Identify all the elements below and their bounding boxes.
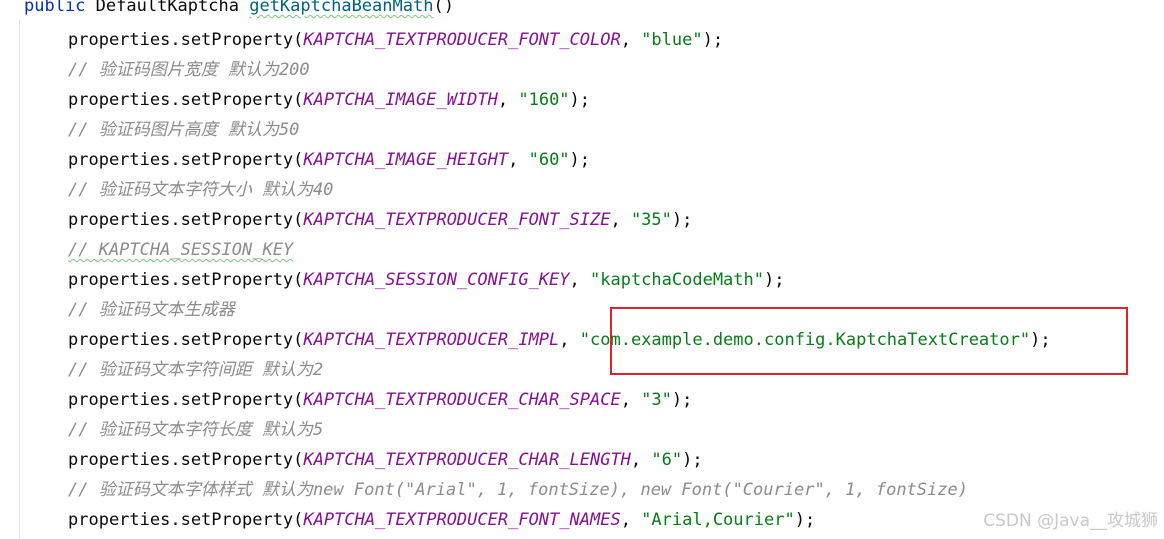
argument-separator: ,	[497, 90, 519, 110]
comment-text: // KAPTCHA_SESSION_KEY	[68, 240, 294, 260]
comment-line[interactable]: // 验证码图片宽度 默认为200	[68, 60, 310, 80]
call-target: properties.setProperty(	[68, 210, 304, 230]
code-statement-line[interactable]: properties.setProperty(KAPTCHA_IMAGE_WID…	[68, 90, 590, 110]
comment-line[interactable]: // 验证码文本字符间距 默认为2	[68, 360, 323, 380]
call-target: properties.setProperty(	[68, 30, 304, 50]
comment-line[interactable]: // 验证码文本字体样式 默认为new Font("Arial", 1, fon…	[68, 480, 968, 500]
constant-name: KAPTCHA_TEXTPRODUCER_FONT_NAMES	[303, 510, 621, 530]
argument-separator: ,	[620, 510, 642, 530]
constant-name: KAPTCHA_TEXTPRODUCER_FONT_SIZE	[303, 210, 611, 230]
comment-text: // 验证码图片高度 默认为50	[68, 120, 300, 140]
call-target: properties.setProperty(	[68, 510, 304, 530]
comment-text: // 验证码文本字体样式 默认为new Font("Arial", 1, fon…	[68, 480, 968, 500]
comment-text: // 验证码文本字符大小 默认为40	[68, 180, 334, 200]
string-literal: "60"	[528, 150, 570, 170]
watermark: CSDN @Java__攻城狮	[983, 511, 1158, 531]
statement-end: );	[569, 90, 591, 110]
highlight-annotation-box	[610, 307, 1128, 375]
code-statement-line[interactable]: properties.setProperty(KAPTCHA_TEXTPRODU…	[68, 510, 815, 530]
argument-separator: ,	[559, 330, 580, 350]
argument-separator: ,	[569, 270, 590, 290]
constant-name: KAPTCHA_TEXTPRODUCER_FONT_COLOR	[303, 30, 621, 50]
constant-name: KAPTCHA_TEXTPRODUCER_CHAR_SPACE	[303, 390, 621, 410]
statement-end: );	[671, 390, 693, 410]
constant-name: KAPTCHA_SESSION_CONFIG_KEY	[303, 270, 570, 290]
argument-separator: ,	[630, 450, 652, 470]
code-statement-line[interactable]: properties.setProperty(KAPTCHA_TEXTPRODU…	[68, 450, 703, 470]
argument-separator: ,	[620, 390, 642, 410]
string-literal: "Arial,Courier"	[641, 510, 795, 530]
statement-end: );	[569, 150, 591, 170]
indent-guide	[19, 20, 20, 539]
code-statement-line[interactable]: properties.setProperty(KAPTCHA_TEXTPRODU…	[68, 30, 723, 50]
string-literal: "6"	[651, 450, 683, 470]
statement-end: );	[764, 270, 785, 290]
string-literal: "35"	[630, 210, 672, 230]
call-target: properties.setProperty(	[68, 330, 304, 350]
constant-name: KAPTCHA_TEXTPRODUCER_CHAR_LENGTH	[303, 450, 631, 470]
comment-line[interactable]: // 验证码文本生成器	[68, 300, 235, 320]
call-target: properties.setProperty(	[68, 150, 304, 170]
comment-text: // 验证码图片宽度 默认为200	[68, 60, 310, 80]
comment-text: // 验证码文本字符间距 默认为2	[68, 360, 324, 380]
constant-name: KAPTCHA_IMAGE_WIDTH	[303, 90, 498, 110]
code-editor[interactable]: public DefaultKaptcha getKaptchaBeanMath…	[0, 0, 1164, 539]
call-target: properties.setProperty(	[68, 90, 304, 110]
call-target: properties.setProperty(	[68, 270, 304, 290]
comment-text: // 验证码文本生成器	[68, 300, 235, 320]
statement-end: );	[794, 510, 816, 530]
comment-line[interactable]: // 验证码文本字符长度 默认为5	[68, 420, 323, 440]
return-type: DefaultKaptcha	[95, 0, 239, 16]
comment-line[interactable]: // KAPTCHA_SESSION_KEY	[68, 240, 293, 260]
code-statement-line[interactable]: properties.setProperty(KAPTCHA_TEXTPRODU…	[68, 390, 692, 410]
string-literal: "kaptchaCodeMath"	[590, 270, 764, 290]
method-name: getKaptchaBeanMath	[249, 0, 434, 16]
keyword-public: public	[24, 0, 86, 16]
string-literal: "160"	[518, 90, 570, 110]
statement-end: );	[671, 210, 693, 230]
statement-end: );	[702, 30, 724, 50]
code-statement-line[interactable]: properties.setProperty(KAPTCHA_IMAGE_HEI…	[68, 150, 590, 170]
argument-separator: ,	[620, 30, 642, 50]
call-target: properties.setProperty(	[68, 450, 304, 470]
argument-separator: ,	[610, 210, 631, 230]
argument-separator: ,	[508, 150, 529, 170]
string-literal: "blue"	[641, 30, 703, 50]
string-literal: "3"	[641, 390, 672, 410]
comment-line[interactable]: // 验证码图片高度 默认为50	[68, 120, 299, 140]
constant-name: KAPTCHA_TEXTPRODUCER_IMPL	[303, 330, 560, 350]
call-target: properties.setProperty(	[68, 390, 304, 410]
comment-text: // 验证码文本字符长度 默认为5	[68, 420, 324, 440]
method-signature[interactable]: public DefaultKaptcha getKaptchaBeanMath…	[24, 0, 454, 16]
constant-name: KAPTCHA_IMAGE_HEIGHT	[303, 150, 509, 170]
code-statement-line[interactable]: properties.setProperty(KAPTCHA_SESSION_C…	[68, 270, 784, 290]
method-parens: ()	[433, 0, 454, 16]
code-statement-line[interactable]: properties.setProperty(KAPTCHA_TEXTPRODU…	[68, 210, 692, 230]
comment-line[interactable]: // 验证码文本字符大小 默认为40	[68, 180, 333, 200]
statement-end: );	[682, 450, 703, 470]
